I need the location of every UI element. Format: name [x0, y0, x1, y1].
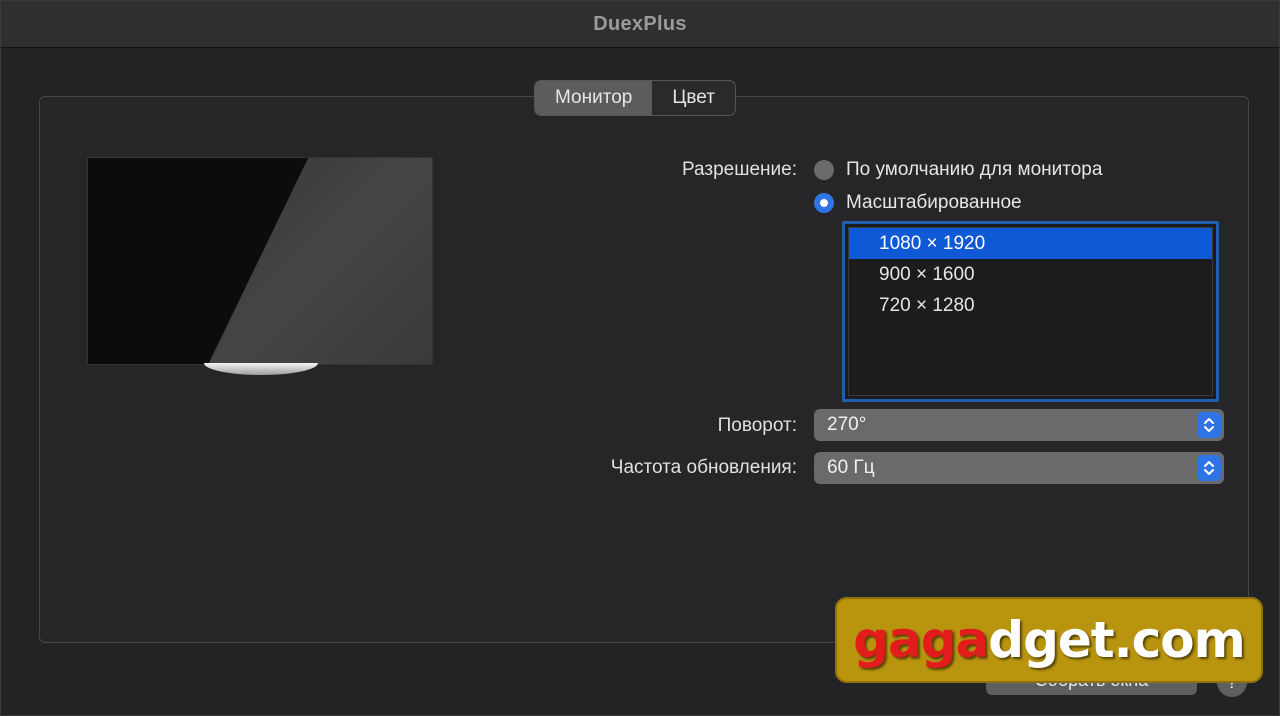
title-bar[interactable]: DuexPlus — [1, 1, 1279, 48]
rotation-select[interactable]: 270° — [814, 409, 1224, 441]
rotation-label: Поворот: — [717, 415, 797, 436]
radio-default-label: По умолчанию для монитора — [846, 159, 1103, 180]
refresh-rate-value: 60 Гц — [827, 457, 875, 478]
monitor-screen-gloss — [208, 158, 432, 364]
radio-scaled-resolution[interactable]: Масштабированное — [814, 192, 1022, 214]
app-window: DuexPlus Монитор Цвет Разрешение: По умо… — [0, 0, 1280, 716]
tab-color[interactable]: Цвет — [652, 81, 735, 115]
monitor-preview — [87, 157, 433, 365]
radio-scaled-label: Масштабированное — [846, 192, 1022, 213]
tab-bar: Монитор Цвет — [534, 80, 736, 116]
rotation-value: 270° — [827, 414, 867, 435]
resolution-item[interactable]: 1080 × 1920 — [849, 228, 1212, 259]
window-title: DuexPlus — [593, 12, 687, 35]
radio-default-resolution[interactable]: По умолчанию для монитора — [814, 159, 1102, 181]
chevron-updown-icon — [1197, 455, 1221, 481]
tab-monitor[interactable]: Монитор — [535, 81, 653, 115]
refresh-rate-label: Частота обновления: — [610, 457, 797, 478]
watermark-text: gagadget.com — [853, 611, 1246, 669]
watermark-logo: gagadget.com — [835, 597, 1263, 683]
radio-button-default[interactable] — [814, 160, 834, 180]
radio-button-scaled[interactable] — [814, 193, 834, 213]
resolution-item[interactable]: 720 × 1280 — [849, 290, 1212, 321]
chevron-updown-icon — [1197, 412, 1221, 438]
resolution-list-inner: 1080 × 1920 900 × 1600 720 × 1280 — [848, 227, 1213, 396]
refresh-rate-select[interactable]: 60 Гц — [814, 452, 1224, 484]
resolution-label: Разрешение: — [681, 159, 797, 180]
resolution-list[interactable]: 1080 × 1920 900 × 1600 720 × 1280 — [842, 221, 1219, 402]
resolution-item[interactable]: 900 × 1600 — [849, 259, 1212, 290]
